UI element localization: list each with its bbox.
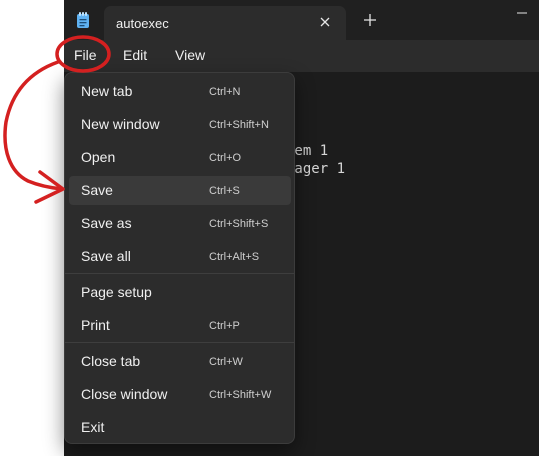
- annotation-arrow-line: [3, 60, 64, 191]
- menu-item-label: Print: [81, 317, 110, 333]
- menu-item-shortcut: Ctrl+O: [209, 152, 242, 164]
- menu-item-label: Save all: [81, 248, 131, 264]
- tab-autoexec[interactable]: autoexec: [104, 6, 346, 40]
- menu-file[interactable]: File: [74, 47, 97, 63]
- minimize-icon[interactable]: [514, 8, 530, 18]
- menu-bar: File Edit View: [64, 40, 539, 72]
- menu-item-shortcut: Ctrl+N: [209, 86, 241, 98]
- title-bar: autoexec: [64, 0, 539, 40]
- file-menu-dropdown: New tab Ctrl+N New window Ctrl+Shift+N O…: [64, 72, 295, 444]
- menu-item-save-all[interactable]: Save all Ctrl+Alt+S: [69, 242, 291, 271]
- menu-item-label: Page setup: [81, 284, 152, 300]
- menu-item-shortcut: Ctrl+Shift+N: [209, 119, 269, 131]
- menu-item-page-setup[interactable]: Page setup: [69, 278, 291, 307]
- menu-item-save-as[interactable]: Save as Ctrl+Shift+S: [69, 209, 291, 238]
- menu-item-close-tab[interactable]: Close tab Ctrl+W: [69, 347, 291, 376]
- menu-item-shortcut: Ctrl+Shift+W: [209, 389, 272, 401]
- menu-item-label: Close window: [81, 386, 168, 402]
- menu-item-label: Save: [81, 182, 113, 198]
- close-icon[interactable]: [317, 14, 333, 30]
- menu-edit[interactable]: Edit: [123, 47, 147, 63]
- menu-item-save[interactable]: Save Ctrl+S: [69, 176, 291, 205]
- menu-item-print[interactable]: Print Ctrl+P: [69, 311, 291, 340]
- menu-item-label: New tab: [81, 83, 133, 99]
- menu-item-label: Close tab: [81, 353, 141, 369]
- menu-item-shortcut: Ctrl+Shift+S: [209, 218, 269, 230]
- notepad-app-icon: [77, 12, 89, 28]
- menu-item-exit[interactable]: Exit: [69, 413, 291, 442]
- menu-item-shortcut: Ctrl+Alt+S: [209, 251, 260, 263]
- menu-item-new-tab[interactable]: New tab Ctrl+N: [69, 77, 291, 106]
- tab-title: autoexec: [116, 16, 169, 31]
- menu-separator: [65, 342, 294, 343]
- menu-item-shortcut: Ctrl+W: [209, 356, 243, 368]
- menu-item-label: Exit: [81, 419, 105, 435]
- menu-item-label: Save as: [81, 215, 132, 231]
- menu-separator: [65, 273, 294, 274]
- annotation-arrow-head: [34, 170, 65, 204]
- menu-view[interactable]: View: [175, 47, 205, 63]
- menu-item-open[interactable]: Open Ctrl+O: [69, 143, 291, 172]
- menu-item-shortcut: Ctrl+P: [209, 320, 240, 332]
- menu-item-shortcut: Ctrl+S: [209, 185, 240, 197]
- menu-item-label: Open: [81, 149, 116, 165]
- menu-item-new-window[interactable]: New window Ctrl+Shift+N: [69, 110, 291, 139]
- menu-item-label: New window: [81, 116, 160, 132]
- menu-item-close-window[interactable]: Close window Ctrl+Shift+W: [69, 380, 291, 409]
- plus-icon[interactable]: [362, 12, 378, 28]
